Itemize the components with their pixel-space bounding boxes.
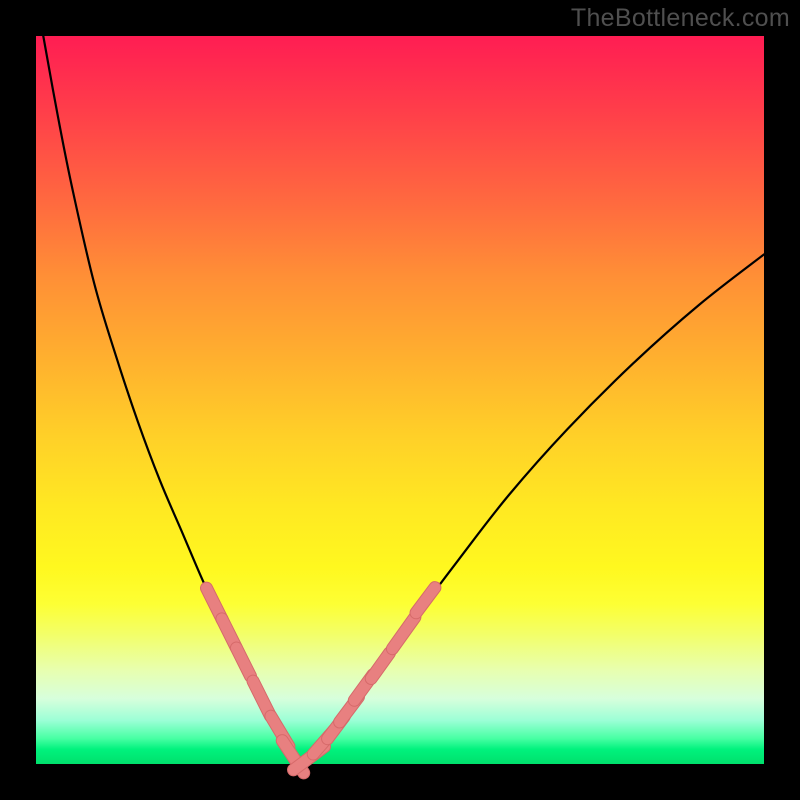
data-marker xyxy=(408,579,444,621)
watermark-text: TheBottleneck.com xyxy=(571,4,790,33)
plot-area xyxy=(36,36,764,764)
curve-paths xyxy=(43,36,764,762)
chart-frame: TheBottleneck.com xyxy=(0,0,800,800)
curve-left-branch xyxy=(43,36,296,762)
curve-markers xyxy=(198,579,443,781)
curve-layer xyxy=(36,36,764,764)
